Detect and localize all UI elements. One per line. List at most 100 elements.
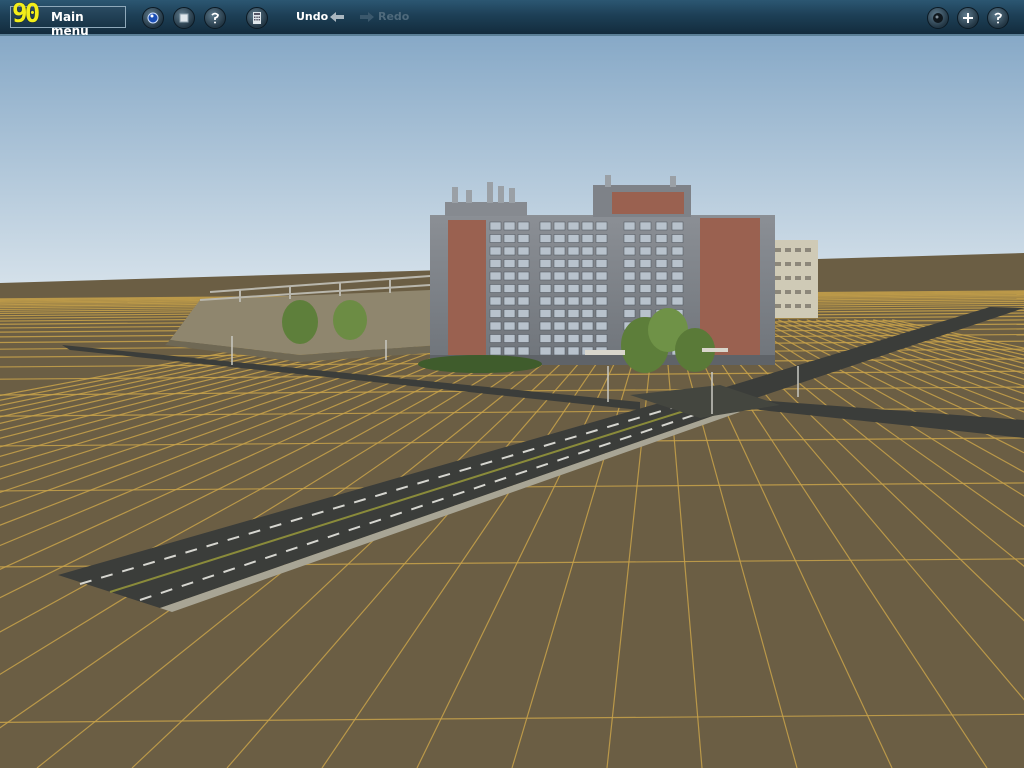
building-window (553, 321, 566, 331)
building-window (671, 246, 684, 256)
main-menu-label: Main menu (51, 10, 89, 38)
building-window (503, 321, 516, 331)
building-window (595, 309, 608, 318)
building-window (567, 234, 580, 243)
building-window (539, 246, 552, 256)
building-window (489, 334, 502, 343)
building-window (595, 284, 608, 293)
building-window (517, 296, 530, 306)
building-window (671, 271, 684, 281)
building-window (595, 271, 608, 281)
building-window (581, 259, 594, 268)
building-window (539, 296, 552, 306)
undo-arrow-icon[interactable] (328, 10, 346, 24)
building-window (539, 234, 552, 243)
building-window (655, 234, 668, 243)
building-window (489, 284, 502, 293)
building-window (517, 346, 530, 356)
building-window (553, 284, 566, 293)
redo-arrow-icon[interactable] (358, 10, 376, 24)
building-window (489, 271, 502, 281)
building-window (539, 309, 552, 318)
building-window (553, 246, 566, 256)
building-window (623, 221, 636, 231)
building-window (489, 259, 502, 268)
building-window (517, 246, 530, 256)
building-window (539, 334, 552, 343)
building-window (539, 271, 552, 281)
game-viewport[interactable] (0, 36, 1024, 768)
building-window (581, 334, 594, 343)
building-window (581, 246, 594, 256)
building-window (553, 346, 566, 356)
building-window (553, 309, 566, 318)
building-window (553, 221, 566, 231)
building-window (639, 309, 652, 318)
building-window (639, 284, 652, 293)
building-window (517, 234, 530, 243)
building-window (623, 296, 636, 306)
building-window (671, 234, 684, 243)
building-window (595, 296, 608, 306)
top-toolbar: Main menu 90 Undo Redo (0, 0, 1024, 38)
building-window (623, 271, 636, 281)
building-window (581, 284, 594, 293)
building-window (623, 234, 636, 243)
building-window (623, 246, 636, 256)
building-window (503, 221, 516, 231)
building-window (503, 346, 516, 356)
add-icon (963, 13, 973, 23)
building-window (489, 221, 502, 231)
help-button[interactable] (987, 7, 1009, 29)
building-window (581, 309, 594, 318)
add-button[interactable] (957, 7, 979, 29)
undo-button[interactable]: Undo (296, 10, 328, 23)
building-window (539, 221, 552, 231)
building-window (539, 259, 552, 268)
building-window (655, 221, 668, 231)
building-window (595, 334, 608, 343)
building-window (623, 259, 636, 268)
building-window (623, 309, 636, 318)
calculator-button[interactable] (246, 7, 268, 29)
building-window (539, 321, 552, 331)
building-window (567, 309, 580, 318)
building-window (503, 271, 516, 281)
building-window (655, 259, 668, 268)
building-window (489, 296, 502, 306)
stop-button[interactable] (173, 7, 195, 29)
building-window (581, 321, 594, 331)
help-icon (211, 12, 219, 24)
building-window (503, 284, 516, 293)
camera-button[interactable] (142, 7, 164, 29)
info-button[interactable] (204, 7, 226, 29)
redo-button[interactable]: Redo (378, 10, 409, 23)
building-window (539, 346, 552, 356)
building-window (655, 296, 668, 306)
building-window (503, 259, 516, 268)
building-window (581, 271, 594, 281)
building-window (671, 221, 684, 231)
building-window (553, 334, 566, 343)
building-window (489, 246, 502, 256)
building-window (567, 334, 580, 343)
building-window (489, 309, 502, 318)
building-window (503, 246, 516, 256)
building-window (581, 234, 594, 243)
tool-button[interactable] (927, 7, 949, 29)
fps-counter: 90 (12, 0, 40, 29)
building-window (553, 271, 566, 281)
building-window (623, 284, 636, 293)
building-window (639, 246, 652, 256)
building-window (567, 271, 580, 281)
building-window (595, 221, 608, 231)
building-window (567, 284, 580, 293)
building-window (639, 234, 652, 243)
building-window (489, 234, 502, 243)
stop-icon (179, 13, 189, 23)
building-window (553, 259, 566, 268)
building-window (517, 221, 530, 231)
building-window (639, 296, 652, 306)
building-window (489, 346, 502, 356)
building-window (517, 334, 530, 343)
